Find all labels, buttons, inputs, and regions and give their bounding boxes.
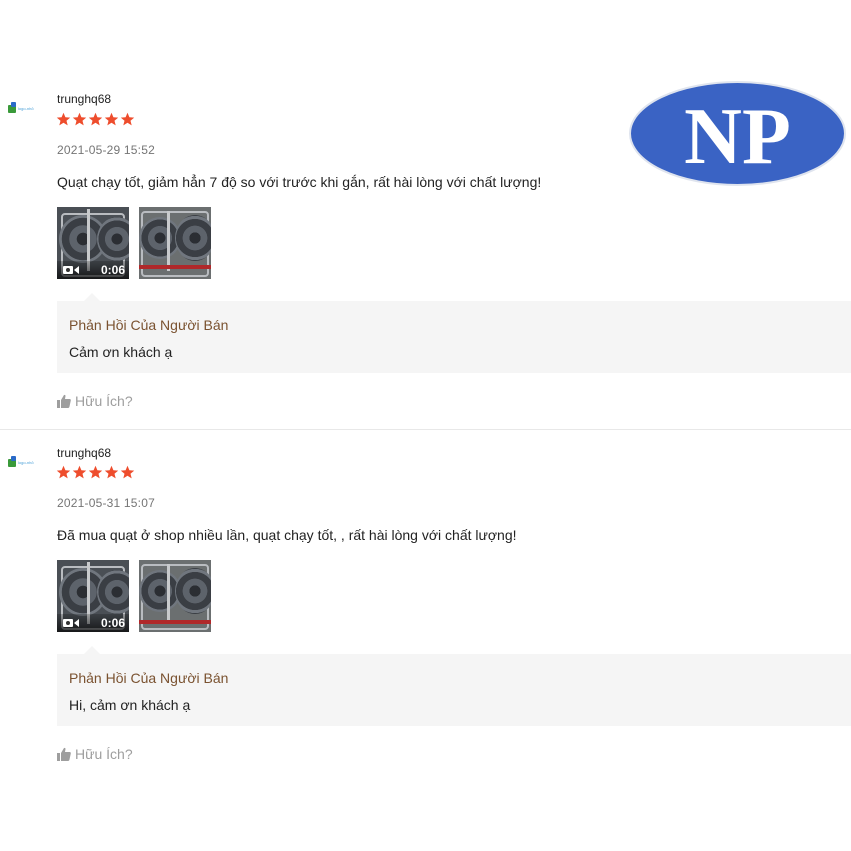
star-icon bbox=[56, 112, 71, 127]
avatar-logo-icon bbox=[8, 456, 16, 467]
seller-reply: Phản Hồi Của Người Bán Hi, cảm ơn khách … bbox=[57, 654, 851, 726]
helpful-button[interactable]: Hữu Ích? bbox=[57, 746, 133, 762]
avatar[interactable]: logo-nhỏ bbox=[8, 102, 48, 116]
image-thumbnail[interactable] bbox=[139, 207, 211, 279]
np-logo: NP bbox=[628, 80, 847, 187]
avatar-logo-text: logo-nhỏ bbox=[18, 460, 34, 465]
review-date: 2021-05-31 15:07 bbox=[57, 496, 155, 510]
reply-pointer bbox=[84, 293, 100, 301]
star-icon bbox=[56, 465, 71, 480]
helpful-button[interactable]: Hữu Ích? bbox=[57, 393, 133, 409]
video-camera-icon bbox=[63, 265, 79, 275]
video-duration: 0:06 bbox=[100, 263, 125, 277]
avatar-logo-text: logo-nhỏ bbox=[18, 106, 34, 111]
np-logo-text: NP bbox=[684, 93, 791, 181]
reviewer-username: trunghq68 bbox=[57, 446, 112, 460]
star-icon bbox=[120, 465, 135, 480]
reply-pointer bbox=[84, 646, 100, 654]
star-icon bbox=[72, 465, 87, 480]
video-overlay: 0:06 bbox=[57, 261, 129, 279]
review-media: 0:06 bbox=[57, 560, 211, 632]
star-icon bbox=[88, 465, 103, 480]
avatar[interactable]: logo-nhỏ bbox=[8, 456, 48, 470]
review-media: 0:06 bbox=[57, 207, 211, 279]
review-comment: Đã mua quạt ở shop nhiều lần, quạt chạy … bbox=[57, 527, 517, 543]
seller-reply-text: Cảm ơn khách ạ bbox=[69, 344, 173, 360]
avatar-logo-icon bbox=[8, 102, 16, 113]
seller-reply-text: Hi, cảm ơn khách ạ bbox=[69, 697, 191, 713]
star-icon bbox=[120, 112, 135, 127]
video-duration: 0:06 bbox=[100, 616, 125, 630]
review-divider bbox=[0, 429, 851, 430]
seller-reply-title: Phản Hồi Của Người Bán bbox=[69, 670, 229, 686]
star-icon bbox=[104, 112, 119, 127]
helpful-label: Hữu Ích? bbox=[75, 746, 133, 762]
image-thumbnail[interactable] bbox=[139, 560, 211, 632]
video-thumbnail[interactable]: 0:06 bbox=[57, 207, 129, 279]
rating-stars bbox=[56, 112, 135, 127]
video-camera-icon bbox=[63, 618, 79, 628]
star-icon bbox=[72, 112, 87, 127]
star-icon bbox=[104, 465, 119, 480]
video-overlay: 0:06 bbox=[57, 614, 129, 632]
reviewer-username: trunghq68 bbox=[57, 92, 112, 106]
thumbs-up-icon bbox=[57, 747, 71, 761]
review-comment: Quạt chạy tốt, giảm hẳn 7 độ so với trướ… bbox=[57, 174, 542, 190]
video-thumbnail[interactable]: 0:06 bbox=[57, 560, 129, 632]
rating-stars bbox=[56, 465, 135, 480]
thumbs-up-icon bbox=[57, 394, 71, 408]
review-date: 2021-05-29 15:52 bbox=[57, 143, 155, 157]
seller-reply: Phản Hồi Của Người Bán Cảm ơn khách ạ bbox=[57, 301, 851, 373]
star-icon bbox=[88, 112, 103, 127]
helpful-label: Hữu Ích? bbox=[75, 393, 133, 409]
seller-reply-title: Phản Hồi Của Người Bán bbox=[69, 317, 229, 333]
